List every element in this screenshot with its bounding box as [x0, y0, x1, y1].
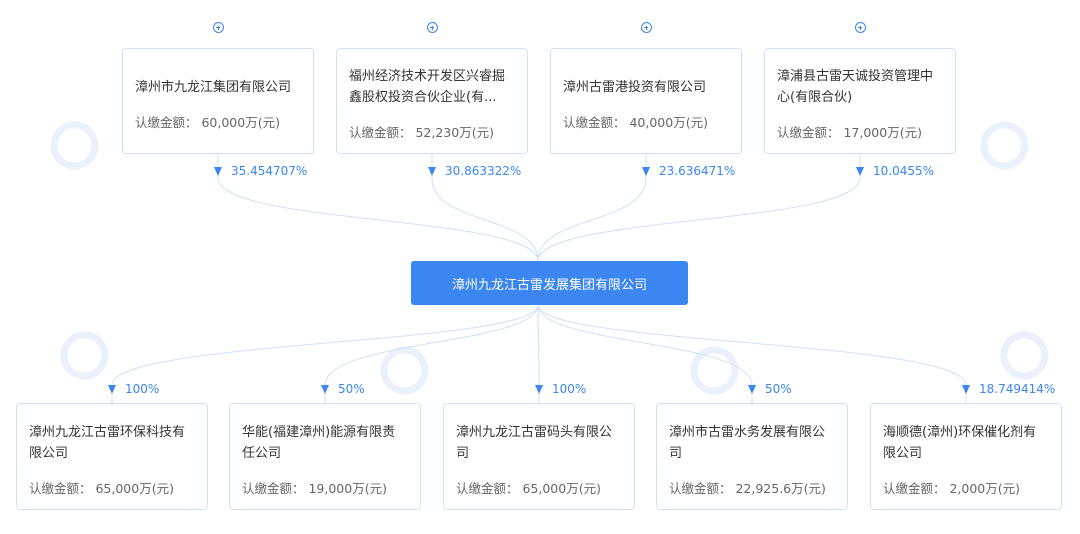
expand-plus-icon[interactable] [426, 22, 438, 33]
investment-amount: 认缴金额： 22,925.6万(元) [669, 480, 826, 496]
investment-card[interactable]: 海顺德(漳州)环保催化剂有限公司认缴金额： 2,000万(元) [870, 403, 1062, 510]
expand-plus-icon[interactable] [640, 22, 652, 33]
investment-name: 漳州市古雷水务发展有限公司 [669, 424, 826, 461]
investment-card[interactable]: 漳州九龙江古雷环保科技有限公司认缴金额： 65,000万(元) [16, 403, 208, 510]
shareholder-amount: 认缴金额： 60,000万(元) [135, 114, 280, 130]
investment-percent: 50% [338, 382, 365, 396]
arrow-down-icon [962, 385, 970, 394]
investment-amount: 认缴金额： 2,000万(元) [883, 480, 1021, 496]
investment-amount: 认缴金额： 65,000万(元) [29, 480, 174, 496]
investment-name: 漳州九龙江古雷环保科技有限公司 [29, 424, 186, 461]
center-company-name: 漳州九龙江古雷发展集团有限公司 [451, 277, 647, 293]
shareholder-percent: 23.636471% [659, 164, 736, 178]
investment-card[interactable]: 漳州市古雷水务发展有限公司认缴金额： 22,925.6万(元) [656, 403, 848, 510]
shareholder-percent: 30.863322% [445, 164, 522, 178]
shareholder-name: 漳州市九龙江集团有限公司 [135, 79, 292, 95]
arrow-down-icon [108, 385, 116, 394]
arrow-down-icon [642, 167, 650, 176]
shareholder-amount: 认缴金额： 52,230万(元) [349, 125, 494, 140]
investment-percent: 100% [125, 382, 160, 396]
shareholder-card[interactable]: 福州经济技术开发区兴睿掘鑫股权投资合伙企业(有... 认缴金额： 52,230万(… [336, 48, 528, 154]
expand-plus-icon[interactable] [854, 22, 866, 33]
shareholder-name: 漳浦县古雷天诚投资管理中心(有限合伙) [777, 69, 934, 105]
investment-percent: 50% [765, 382, 792, 396]
investment-card[interactable]: 漳州九龙江古雷码头有限公司认缴金额： 65,000万(元) [443, 403, 635, 510]
shareholder-card[interactable]: 漳州古雷港投资有限公司 认缴金额： 40,000万(元) [550, 48, 742, 154]
equity-diagram: 漳州市九龙江集团有限公司 认缴金额： 60,000万(元) 35.454707% 福州… [0, 0, 1080, 534]
shareholder-amount: 认缴金额： 40,000万(元) [563, 114, 708, 130]
investment-name: 漳州九龙江古雷码头有限公司 [456, 424, 613, 461]
investment-amount: 认缴金额： 19,000万(元) [242, 480, 387, 496]
arrow-down-icon [748, 385, 756, 394]
shareholder-percent: 10.0455% [873, 164, 935, 178]
shareholder-amount: 认缴金额： 17,000万(元) [777, 125, 922, 140]
investment-percent: 100% [552, 382, 587, 396]
investment-card[interactable]: 华能(福建漳州)能源有限责任公司认缴金额： 19,000万(元) [229, 403, 421, 510]
investment-name: 华能(福建漳州)能源有限责任公司 [242, 424, 396, 461]
center-company[interactable]: 漳州九龙江古雷发展集团有限公司 [411, 261, 688, 305]
shareholder-name: 福州经济技术开发区兴睿掘鑫股权投资合伙企业(有... [349, 69, 506, 105]
investment-name: 海顺德(漳州)环保催化剂有限公司 [883, 424, 1037, 461]
shareholder-name: 漳州古雷港投资有限公司 [563, 79, 707, 95]
arrow-down-icon [214, 167, 222, 176]
investment-amount: 认缴金额： 65,000万(元) [456, 480, 601, 496]
arrow-down-icon [428, 167, 436, 176]
expand-plus-icon[interactable] [212, 22, 224, 33]
arrow-down-icon [535, 385, 543, 394]
shareholder-card[interactable]: 漳浦县古雷天诚投资管理中心(有限合伙) 认缴金额： 17,000万(元) [764, 48, 956, 154]
shareholder-percent: 35.454707% [231, 164, 308, 178]
arrow-down-icon [321, 385, 329, 394]
shareholder-card[interactable]: 漳州市九龙江集团有限公司 认缴金额： 60,000万(元) [122, 48, 314, 154]
investment-percent: 18.749414% [979, 382, 1056, 396]
arrow-down-icon [856, 167, 864, 176]
